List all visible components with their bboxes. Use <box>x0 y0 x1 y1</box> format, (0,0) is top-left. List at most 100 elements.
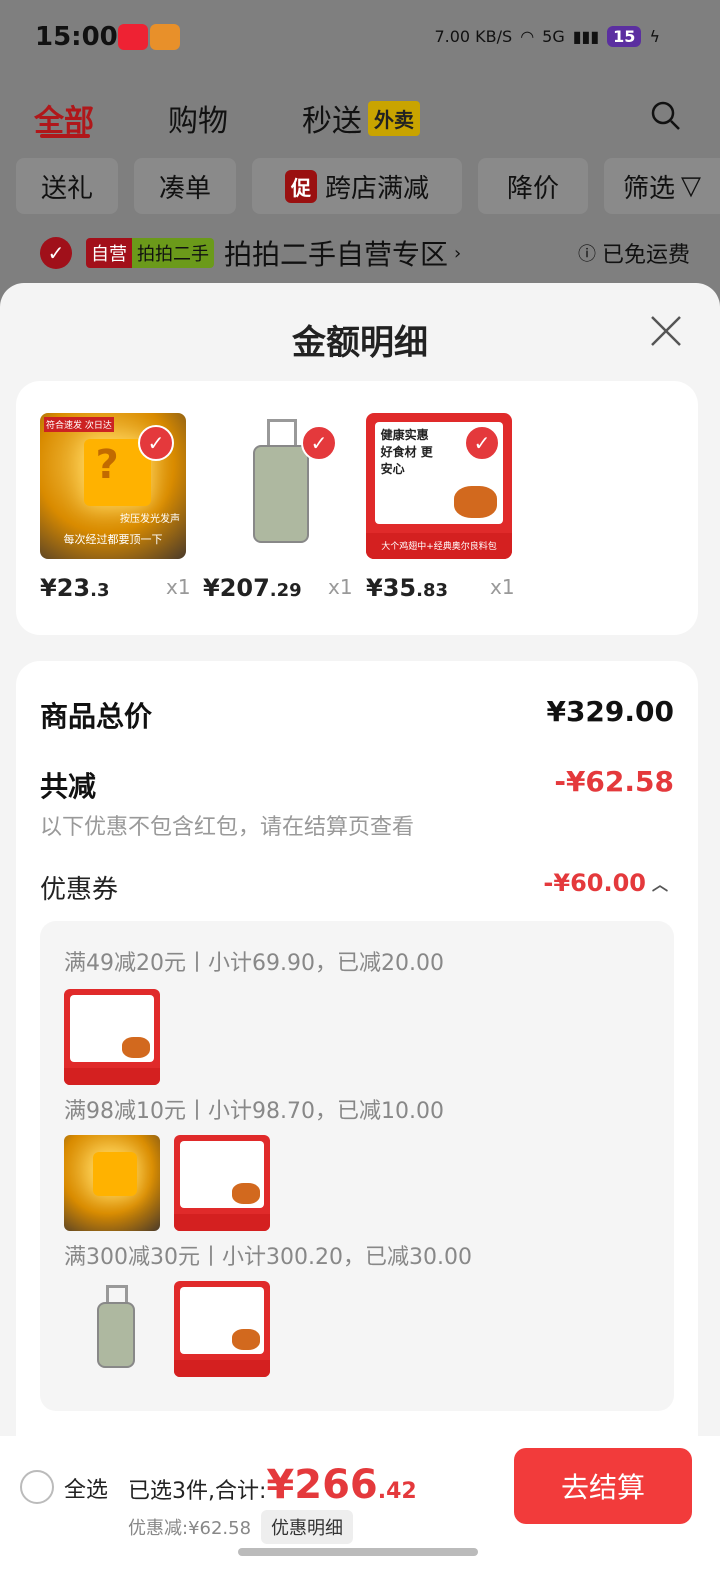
price-int: ¥23 <box>40 574 91 602</box>
chip-filter-label: 筛选 <box>622 173 675 204</box>
search-icon[interactable] <box>650 100 682 132</box>
lamp-badge: 符合速发 次日达 <box>44 417 114 432</box>
selected-text: 已选3件,合计: <box>128 1479 267 1504</box>
amount-detail-sheet: 金额明细 ? 符合速发 次日达 按压发光发声 每次经过都要顶一下 ✓ ✓ 健康实… <box>0 283 720 1584</box>
product-thumb-lamp[interactable]: ? 符合速发 次日达 按压发光发声 每次经过都要顶一下 ✓ <box>40 413 186 559</box>
price-luggage: ¥207.29 <box>203 574 302 602</box>
coupon-value: -¥60.00 <box>543 869 646 897</box>
food-banner <box>174 1359 270 1377</box>
coupon-detail-box: 满49减20元丨小计69.90，已减20.00 满98减10元丨小计98.70，… <box>40 921 674 1411</box>
coupon-item-food <box>174 1135 270 1231</box>
qty-food: x1 <box>490 575 515 599</box>
selected-check-icon[interactable]: ✓ <box>464 425 500 461</box>
coupon-item-lamp <box>64 1135 160 1231</box>
chevron-up-icon: ︿ <box>651 875 668 894</box>
wifi-icon: ◠ <box>520 27 535 46</box>
tab-instant[interactable]: 秒送 外卖 <box>302 96 420 140</box>
food-title: 健康实惠 好食材 更安心 <box>380 428 433 477</box>
store-bar: ✓ 自营 拍拍二手 拍拍二手自营专区 › ⓘ 已免运费 <box>40 228 690 278</box>
qty-lamp: x1 <box>166 575 191 599</box>
discount-text: 优惠减:¥62.58 <box>128 1518 252 1539</box>
price-int: ¥35 <box>366 574 417 602</box>
price-lamp: ¥23.3 <box>40 574 109 602</box>
total-dec: .42 <box>377 1479 417 1504</box>
waimai-tag: 外卖 <box>368 100 420 136</box>
coupon-item-food <box>64 989 160 1085</box>
sheet-title: 金额明细 <box>292 323 428 363</box>
product-card: ? 符合速发 次日达 按压发光发声 每次经过都要顶一下 ✓ ✓ 健康实惠 好食材… <box>16 381 698 635</box>
total-value: ¥329.00 <box>546 695 674 728</box>
lamp-block <box>92 1152 137 1197</box>
discount-note: 以下优惠不包含红包，请在结算页查看 <box>40 815 415 840</box>
close-icon[interactable] <box>646 311 686 351</box>
coupon-group-2: 满98减10元丨小计98.70，已减10.00 <box>64 1099 444 1124</box>
discount-detail-button[interactable]: 优惠明细 <box>261 1510 354 1544</box>
coupon-group-3: 满300减30元丨小计300.20，已减30.00 <box>64 1245 472 1270</box>
lamp-hint: 按压发光发声 <box>120 514 180 525</box>
info-icon: ⓘ <box>577 244 596 265</box>
charging-icon: ϟ <box>649 27 660 46</box>
food-banner <box>64 1067 160 1085</box>
total-int: ¥266 <box>266 1462 378 1508</box>
luggage-body <box>252 445 310 543</box>
home-indicator[interactable] <box>238 1548 478 1556</box>
filter-icon: ▽ <box>681 171 701 201</box>
battery-icon: 15 <box>607 26 642 47</box>
coupon-label: 优惠券 <box>40 875 119 905</box>
select-all-radio[interactable] <box>20 1470 54 1504</box>
luggage-body <box>96 1302 136 1368</box>
status-indicators: 7.00 KB/S ◠ 5G ▮▮▮ 15 ϟ <box>434 26 660 47</box>
discount-value: -¥62.58 <box>554 765 674 798</box>
chicken-image <box>121 1037 151 1059</box>
chicken-image <box>231 1329 261 1351</box>
chip-price-drop[interactable]: 降价 <box>478 158 588 214</box>
tag-ziying: 自营 <box>86 238 132 268</box>
store-title[interactable]: 拍拍二手自营专区 <box>224 233 448 273</box>
checkout-bar: 全选 已选3件,合计: ¥266 .42 优惠减:¥62.58 优惠明细 去结算 <box>0 1436 720 1584</box>
selected-check-icon[interactable]: ✓ <box>138 425 174 461</box>
app-notification-icon-2 <box>150 24 180 50</box>
app-notification-icon <box>118 24 148 50</box>
tab-instant-label: 秒送 <box>302 104 362 139</box>
chevron-right-icon: › <box>454 242 462 264</box>
food-banner <box>174 1213 270 1231</box>
discount-label: 共减 <box>40 770 97 803</box>
discount-summary: 优惠减:¥62.58 优惠明细 <box>128 1510 354 1544</box>
chip-cross-store-label: 跨店满减 <box>324 173 429 204</box>
total-summary: 已选3件,合计: ¥266 .42 <box>128 1462 417 1508</box>
product-thumb-luggage[interactable]: ✓ <box>203 413 349 559</box>
lamp-question-mark: ? <box>95 442 119 489</box>
status-time: 15:00 <box>35 22 118 52</box>
price-dec: .83 <box>416 580 448 601</box>
chicken-image <box>231 1183 261 1205</box>
tab-shopping[interactable]: 购物 <box>168 96 228 140</box>
total-label: 商品总价 <box>40 700 153 733</box>
coupon-group-1: 满49减20元丨小计69.90，已减20.00 <box>64 951 444 976</box>
product-thumb-food[interactable]: 健康实惠 好食材 更安心 大个鸡翅中+经典奥尔良料包 ✓ <box>366 413 512 559</box>
price-dec: .29 <box>269 580 302 601</box>
price-food: ¥35.83 <box>366 574 448 602</box>
signal-label: 5G <box>542 27 565 46</box>
lamp-caption: 每次经过都要顶一下 <box>63 533 163 546</box>
chip-cross-store[interactable]: 促 跨店满减 <box>252 158 462 214</box>
chip-filter[interactable]: 筛选 ▽ <box>604 158 720 214</box>
checkout-button[interactable]: 去结算 <box>514 1448 692 1524</box>
coupon-toggle[interactable]: -¥60.00 ︿ <box>543 869 668 897</box>
network-speed: 7.00 KB/S <box>434 27 513 46</box>
chip-bundle[interactable]: 凑单 <box>134 158 236 214</box>
food-banner: 大个鸡翅中+经典奥尔良料包 <box>366 532 512 559</box>
signal-icon: ▮▮▮ <box>572 27 600 46</box>
store-check-icon[interactable]: ✓ <box>40 237 72 269</box>
promo-tag: 促 <box>284 169 317 203</box>
tag-secondhand: 拍拍二手 <box>132 238 214 268</box>
qty-luggage: x1 <box>328 575 353 599</box>
coupon-item-luggage <box>64 1281 160 1377</box>
selected-check-icon[interactable]: ✓ <box>301 425 337 461</box>
price-dec: .3 <box>90 580 110 601</box>
tab-underline <box>40 134 90 138</box>
chicken-image <box>453 486 498 519</box>
shipping-label: 已免运费 <box>601 243 690 268</box>
coupon-item-food <box>174 1281 270 1377</box>
chip-gift[interactable]: 送礼 <box>16 158 118 214</box>
select-all-label[interactable]: 全选 <box>64 1472 108 1504</box>
